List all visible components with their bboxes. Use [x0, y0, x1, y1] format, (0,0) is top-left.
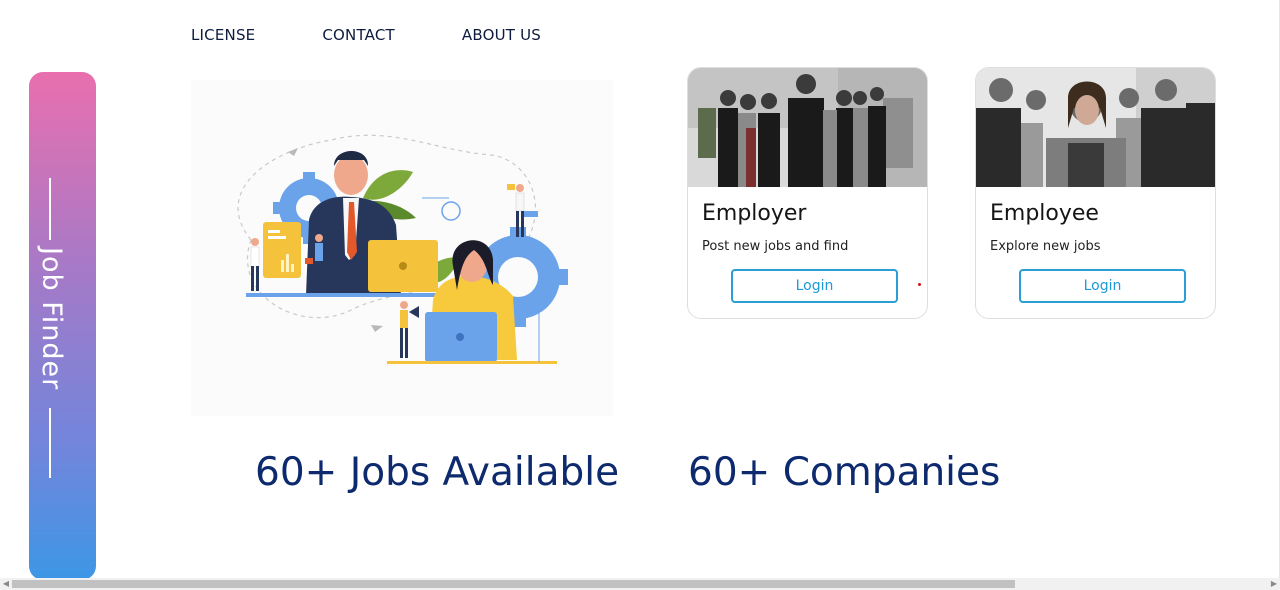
stray-dot: [918, 283, 921, 286]
employer-team-photo: [688, 68, 927, 187]
companies-stat: 60+ Companies: [688, 450, 1001, 495]
nav-about-us-link[interactable]: ABOUT US: [462, 26, 541, 44]
brand-title: Job Finder: [36, 247, 67, 391]
horizontal-scrollbar-thumb[interactable]: [12, 580, 1015, 588]
employee-login-button[interactable]: Login: [1019, 269, 1186, 303]
employee-team-photo: [976, 68, 1215, 187]
employee-card: Employee Explore new jobs Login: [975, 67, 1216, 319]
scroll-right-arrow-icon[interactable]: ▶: [1268, 578, 1280, 590]
sidebar-divider-top: [49, 178, 51, 240]
nav-license-link[interactable]: LICENSE: [191, 26, 255, 44]
page: LICENSE CONTACT ABOUT US Job Finder Empl…: [0, 0, 1280, 590]
employer-login-button[interactable]: Login: [731, 269, 898, 303]
employee-description: Explore new jobs: [990, 239, 1101, 254]
brand-sidebar: Job Finder: [29, 72, 96, 580]
employer-card: Employer Post new jobs and find Login: [687, 67, 928, 319]
horizontal-scrollbar[interactable]: ◀ ▶: [0, 578, 1280, 590]
employer-description: Post new jobs and find: [702, 239, 849, 254]
employer-title: Employer: [702, 201, 807, 226]
sidebar-divider-bottom: [49, 408, 51, 478]
jobs-available-stat: 60+ Jobs Available: [255, 450, 620, 495]
team-work-illustration: [237, 134, 568, 364]
nav-contact-link[interactable]: CONTACT: [322, 26, 395, 44]
employee-title: Employee: [990, 201, 1099, 226]
scroll-left-arrow-icon[interactable]: ◀: [0, 578, 12, 590]
hero-illustration: [191, 80, 613, 416]
top-nav: LICENSE CONTACT ABOUT US: [191, 26, 541, 44]
